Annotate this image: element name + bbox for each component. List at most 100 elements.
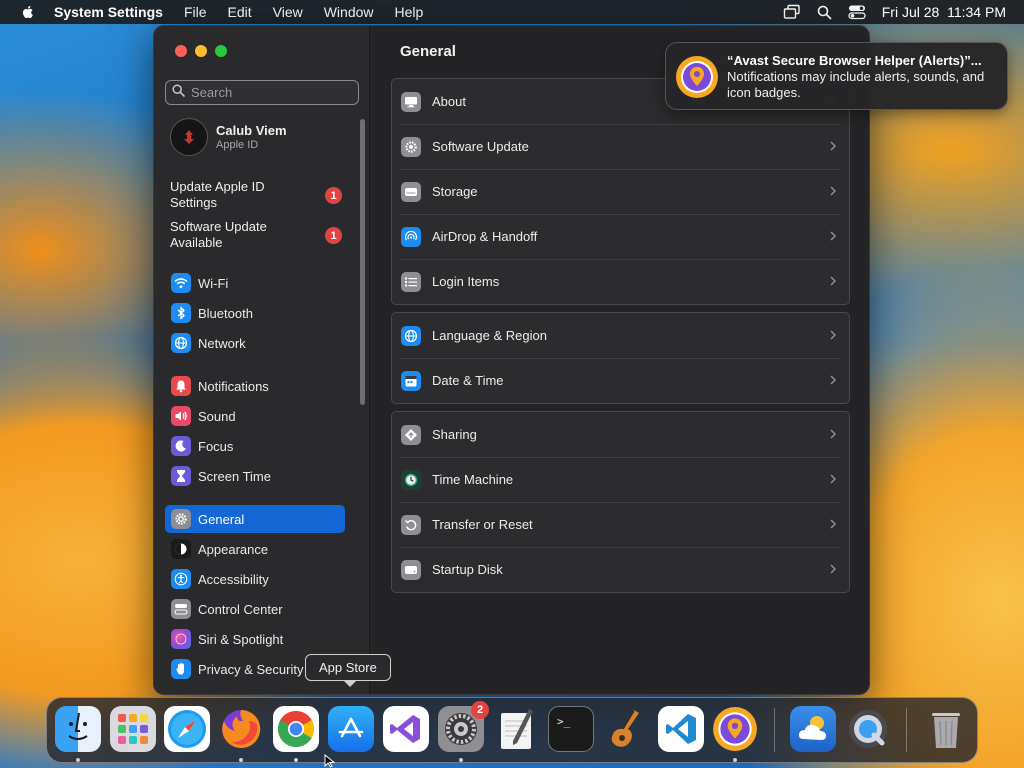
chevron-right-icon — [829, 374, 837, 389]
running-indicator — [76, 758, 80, 762]
update-apple-id-row[interactable]: Update Apple ID Settings 1 — [170, 179, 342, 211]
avatar — [170, 118, 208, 156]
tooltip-arrow — [343, 680, 357, 687]
sidebar-item-appearance[interactable]: Appearance — [165, 535, 345, 563]
profile-subtitle: Apple ID — [216, 139, 259, 151]
sidebar-item-bluetooth[interactable]: Bluetooth — [165, 299, 345, 327]
spotlight-search-icon[interactable] — [817, 5, 832, 20]
settings-row-storage[interactable]: Storage — [392, 169, 849, 214]
quicktime-icon[interactable] — [845, 706, 891, 752]
control-center-icon[interactable] — [848, 4, 866, 20]
close-window-button[interactable] — [175, 45, 187, 57]
sidebar-item-network[interactable]: Network — [165, 329, 345, 357]
textedit-icon[interactable] — [493, 706, 539, 752]
running-indicator — [294, 758, 298, 762]
settings-row-language-region[interactable]: Language & Region — [392, 313, 849, 358]
menu-bar: System Settings File Edit View Window He… — [0, 0, 1024, 24]
dock: 2 >_ — [46, 697, 978, 763]
visual-studio-icon[interactable] — [383, 706, 429, 752]
notification-body: Notifications may include alerts, sounds… — [727, 69, 985, 100]
safari-icon[interactable] — [164, 706, 210, 752]
search-input[interactable] — [191, 85, 351, 100]
sidebar-item-screen-time[interactable]: Screen Time — [165, 462, 345, 490]
chevron-right-icon — [829, 518, 837, 533]
menu-app-name[interactable]: System Settings — [54, 4, 163, 20]
firefox-icon[interactable] — [218, 706, 264, 752]
sidebar-item-control-center[interactable]: Control Center — [165, 595, 345, 623]
alert-label: Software Update Available — [170, 219, 267, 250]
settings-row-time-machine[interactable]: Time Machine — [392, 457, 849, 502]
siri-icon — [171, 629, 191, 649]
settings-row-transfer-reset[interactable]: Transfer or Reset — [392, 502, 849, 547]
settings-row-date-time[interactable]: Date & Time — [392, 358, 849, 403]
settings-row-startup-disk[interactable]: Startup Disk — [392, 547, 849, 592]
search-field[interactable] — [165, 80, 359, 105]
garageband-icon[interactable] — [603, 706, 649, 752]
app-store-icon[interactable] — [328, 706, 374, 752]
sidebar-item-sound[interactable]: Sound — [165, 402, 345, 430]
menu-clock[interactable]: Fri Jul 28 11:34 PM — [882, 4, 1006, 20]
row-label: About — [432, 94, 466, 109]
avast-browser-icon — [675, 55, 719, 99]
sidebar-item-label: Siri & Spotlight — [198, 631, 284, 647]
running-indicator — [459, 758, 463, 762]
settings-row-airdrop-handoff[interactable]: AirDrop & Handoff — [392, 214, 849, 259]
moon-icon — [171, 436, 191, 456]
mouse-cursor-icon — [324, 753, 336, 768]
running-indicator — [239, 758, 243, 762]
notification-banner[interactable]: “Avast Secure Browser Helper (Alerts)”..… — [665, 42, 1008, 110]
sidebar-item-label: Control Center — [198, 601, 283, 617]
menu-help[interactable]: Help — [395, 4, 424, 20]
sidebar-item-accessibility[interactable]: Accessibility — [165, 565, 345, 593]
row-label: Login Items — [432, 274, 500, 289]
chrome-icon[interactable] — [273, 706, 319, 752]
bell-icon — [171, 376, 191, 396]
sidebar-item-siri-spotlight[interactable]: Siri & Spotlight — [165, 625, 345, 653]
page-title: General — [400, 43, 456, 60]
apple-menu-icon[interactable] — [20, 4, 36, 20]
settings-row-software-update[interactable]: Software Update — [392, 124, 849, 169]
settings-row-login-items[interactable]: Login Items — [392, 259, 849, 304]
row-label: Date & Time — [432, 373, 504, 388]
display-icon — [401, 91, 421, 112]
hand-icon — [171, 659, 191, 679]
minimize-window-button[interactable] — [195, 45, 207, 57]
trash-icon[interactable] — [923, 706, 969, 752]
window-controls — [175, 45, 227, 57]
alert-label: Update Apple ID Settings — [170, 179, 265, 210]
apple-id-profile[interactable]: Calub Viem Apple ID — [170, 118, 287, 156]
speaker-icon — [171, 406, 191, 426]
menu-edit[interactable]: Edit — [228, 4, 252, 20]
row-label: Language & Region — [432, 328, 547, 343]
dock-separator — [774, 708, 775, 752]
software-update-available-row[interactable]: Software Update Available 1 — [170, 219, 342, 251]
menu-view[interactable]: View — [273, 4, 303, 20]
sidebar-item-notifications[interactable]: Notifications — [165, 372, 345, 400]
sidebar-scrollbar[interactable] — [360, 119, 365, 405]
chevron-right-icon — [829, 428, 837, 443]
reset-icon — [401, 514, 421, 535]
sidebar-item-general[interactable]: General — [165, 505, 345, 533]
finder-icon[interactable] — [55, 706, 101, 752]
row-label: Sharing — [432, 427, 477, 442]
sidebar-item-label: Wi-Fi — [198, 275, 229, 291]
terminal-icon[interactable]: >_ — [548, 706, 594, 752]
menu-window[interactable]: Window — [324, 4, 374, 20]
weather-icon[interactable] — [790, 706, 836, 752]
chevron-right-icon — [829, 275, 837, 290]
menu-file[interactable]: File — [184, 4, 207, 20]
launchpad-icon[interactable] — [110, 706, 156, 752]
appearance-icon — [171, 539, 191, 559]
settings-row-sharing[interactable]: Sharing — [392, 412, 849, 457]
avast-browser-icon[interactable] — [712, 706, 758, 752]
sidebar-item-focus[interactable]: Focus — [165, 432, 345, 460]
settings-group-1: About Software Update Storage AirDrop & … — [391, 78, 850, 305]
screen-mirroring-icon[interactable] — [783, 4, 801, 20]
airdrop-icon — [401, 226, 421, 247]
wifi-icon — [171, 273, 191, 293]
storage-icon — [401, 181, 421, 202]
row-label: Software Update — [432, 139, 529, 154]
vscode-icon[interactable] — [658, 706, 704, 752]
zoom-window-button[interactable] — [215, 45, 227, 57]
sidebar-item-wifi[interactable]: Wi-Fi — [165, 269, 345, 297]
